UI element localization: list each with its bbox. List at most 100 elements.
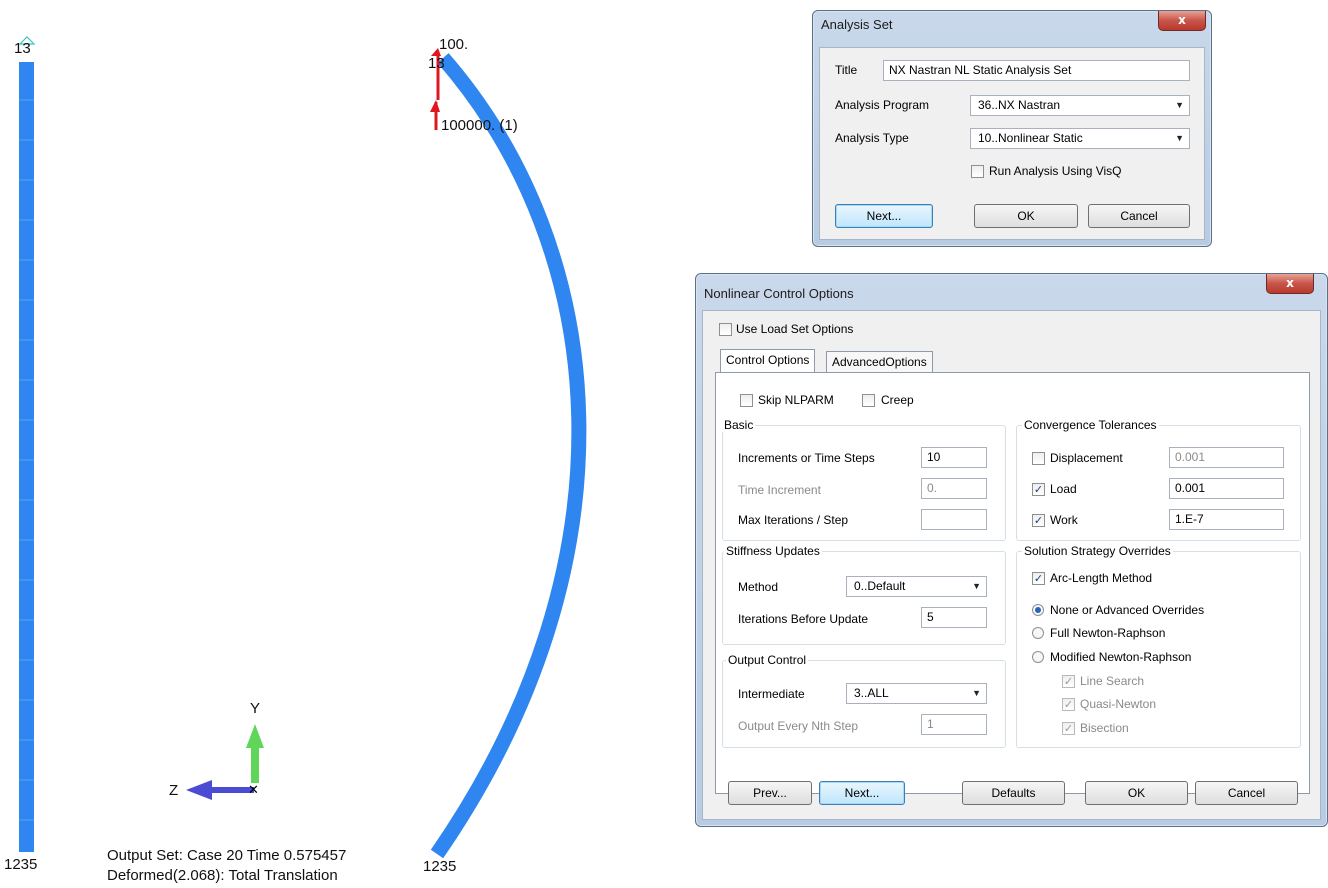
intermediate-label: Intermediate xyxy=(738,687,805,701)
stiffness-group xyxy=(722,551,1006,645)
displacement-label: Displacement xyxy=(1050,451,1123,465)
dropdown-arrow-icon: ▼ xyxy=(972,581,981,591)
radio-selected-dot xyxy=(1035,607,1041,613)
title-label: Title xyxy=(835,63,858,77)
bisection-label: Bisection xyxy=(1080,721,1129,735)
close-button[interactable]: x xyxy=(1266,274,1314,294)
axis-y-label: Y xyxy=(250,700,261,717)
radio-full-newton[interactable] xyxy=(1032,627,1044,639)
output-set-text: Output Set: Case 20 Time 0.575457 xyxy=(107,847,347,864)
radio-modified-newton-label: Modified Newton-Raphson xyxy=(1050,650,1192,664)
work-input[interactable]: 1.E-7 xyxy=(1169,509,1284,530)
arc-length-checkbox[interactable]: ✓ xyxy=(1032,572,1045,585)
tab-advanced-options[interactable]: AdvancedOptions xyxy=(826,351,933,373)
dialog-client: Use Load Set Options Control Options Adv… xyxy=(702,310,1321,820)
basic-group-title: Basic xyxy=(722,418,756,432)
creep-checkbox[interactable] xyxy=(862,394,875,407)
load-label-top: 100. xyxy=(439,36,469,53)
tab-panel: Skip NLPARM Creep Basic Increments or Ti… xyxy=(715,372,1310,794)
stiffness-group-title: Stiffness Updates xyxy=(724,544,822,558)
check-icon: ✓ xyxy=(1063,722,1074,735)
close-button[interactable]: x xyxy=(1158,11,1206,31)
axis-triad: ✕ xyxy=(186,724,264,800)
dropdown-arrow-icon: ▼ xyxy=(1175,100,1184,110)
radio-none-advanced-label: None or Advanced Overrides xyxy=(1050,603,1205,617)
intermediate-value: 3..ALL xyxy=(854,686,889,700)
intermediate-select[interactable]: 3..ALL ▼ xyxy=(846,683,987,704)
displacement-checkbox[interactable] xyxy=(1032,452,1045,465)
tab-control-options[interactable]: Control Options xyxy=(720,349,816,373)
check-icon: ✓ xyxy=(1063,675,1074,688)
line-search-checkbox[interactable]: ✓ xyxy=(1062,675,1075,688)
quasi-newton-label: Quasi-Newton xyxy=(1080,697,1157,711)
max-iterations-input[interactable] xyxy=(921,509,987,530)
next-button[interactable]: Next... xyxy=(819,781,905,805)
cancel-button[interactable]: Cancel xyxy=(1195,781,1298,805)
load-input[interactable]: 0.001 xyxy=(1169,478,1284,499)
creep-label: Creep xyxy=(881,393,914,407)
analysis-type-value: 10..Nonlinear Static xyxy=(978,131,1083,145)
ok-button[interactable]: OK xyxy=(1085,781,1188,805)
close-icon: x xyxy=(1178,13,1186,27)
svg-text:✕: ✕ xyxy=(248,783,259,798)
increments-input[interactable]: 10 xyxy=(921,447,987,468)
analysis-program-label: Analysis Program xyxy=(835,98,930,112)
time-increment-label: Time Increment xyxy=(738,483,821,497)
dialog-title: Nonlinear Control Options xyxy=(704,286,854,301)
work-label: Work xyxy=(1050,513,1078,527)
check-icon: ✓ xyxy=(1033,514,1044,527)
skip-nlparm-label: Skip NLPARM xyxy=(758,393,834,407)
analysis-program-select[interactable]: 36..NX Nastran ▼ xyxy=(970,95,1190,116)
check-icon: ✓ xyxy=(1033,483,1044,496)
nonlinear-control-dialog: Nonlinear Control Options x Use Load Set… xyxy=(695,273,1328,827)
deformed-text: Deformed(2.068): Total Translation xyxy=(107,867,338,884)
dropdown-arrow-icon: ▼ xyxy=(972,688,981,698)
bisection-checkbox[interactable]: ✓ xyxy=(1062,722,1075,735)
analysis-set-dialog: Analysis Set x Title NX Nastran NL Stati… xyxy=(812,10,1212,247)
close-icon: x xyxy=(1286,276,1294,290)
load-label: Load xyxy=(1050,482,1077,496)
use-load-set-label: Use Load Set Options xyxy=(736,322,854,336)
model-viewport[interactable]: ✕ 13 1235 100. 13 100000. (1) 1235 Y Z O… xyxy=(0,0,640,884)
radio-none-advanced[interactable] xyxy=(1032,604,1044,616)
dialog-title: Analysis Set xyxy=(821,17,893,32)
output-every-nth-label: Output Every Nth Step xyxy=(738,719,859,733)
method-select[interactable]: 0..Default ▼ xyxy=(846,576,987,597)
arc-length-label: Arc-Length Method xyxy=(1050,571,1153,585)
convergence-group-title: Convergence Tolerances xyxy=(1022,418,1159,432)
run-visq-label: Run Analysis Using VisQ xyxy=(989,164,1122,178)
use-load-set-checkbox[interactable] xyxy=(719,323,732,336)
iterations-before-update-label: Iterations Before Update xyxy=(738,612,869,626)
node-label-1235-left: 1235 xyxy=(4,856,38,873)
time-increment-input[interactable]: 0. xyxy=(921,478,987,499)
axis-z-label: Z xyxy=(169,782,179,799)
skip-nlparm-checkbox[interactable] xyxy=(740,394,753,407)
analysis-program-value: 36..NX Nastran xyxy=(978,98,1061,112)
model-canvas: ✕ xyxy=(18,36,587,859)
ok-button[interactable]: OK xyxy=(974,204,1078,228)
increments-label: Increments or Time Steps xyxy=(738,451,875,465)
check-icon: ✓ xyxy=(1033,572,1044,585)
radio-modified-newton[interactable] xyxy=(1032,651,1044,663)
method-value: 0..Default xyxy=(854,579,906,593)
quasi-newton-checkbox[interactable]: ✓ xyxy=(1062,698,1075,711)
cancel-button[interactable]: Cancel xyxy=(1088,204,1190,228)
displacement-input[interactable]: 0.001 xyxy=(1169,447,1284,468)
work-checkbox[interactable]: ✓ xyxy=(1032,514,1045,527)
title-input[interactable]: NX Nastran NL Static Analysis Set xyxy=(883,60,1190,81)
node-label-13-left: 13 xyxy=(14,40,31,57)
deformed-beam xyxy=(430,53,587,859)
iterations-before-update-input[interactable]: 5 xyxy=(921,607,987,628)
next-button[interactable]: Next... xyxy=(835,204,933,228)
node-label-13-right: 13 xyxy=(428,55,445,72)
prev-button[interactable]: Prev... xyxy=(728,781,812,805)
defaults-button[interactable]: Defaults xyxy=(962,781,1065,805)
node-label-1235-right: 1235 xyxy=(423,858,457,875)
run-visq-checkbox[interactable] xyxy=(971,165,984,178)
strategy-group-title: Solution Strategy Overrides xyxy=(1022,544,1173,558)
max-iterations-label: Max Iterations / Step xyxy=(738,513,849,527)
check-icon: ✓ xyxy=(1063,698,1074,711)
analysis-type-select[interactable]: 10..Nonlinear Static ▼ xyxy=(970,128,1190,149)
load-checkbox[interactable]: ✓ xyxy=(1032,483,1045,496)
output-every-nth-input[interactable]: 1 xyxy=(921,714,987,735)
